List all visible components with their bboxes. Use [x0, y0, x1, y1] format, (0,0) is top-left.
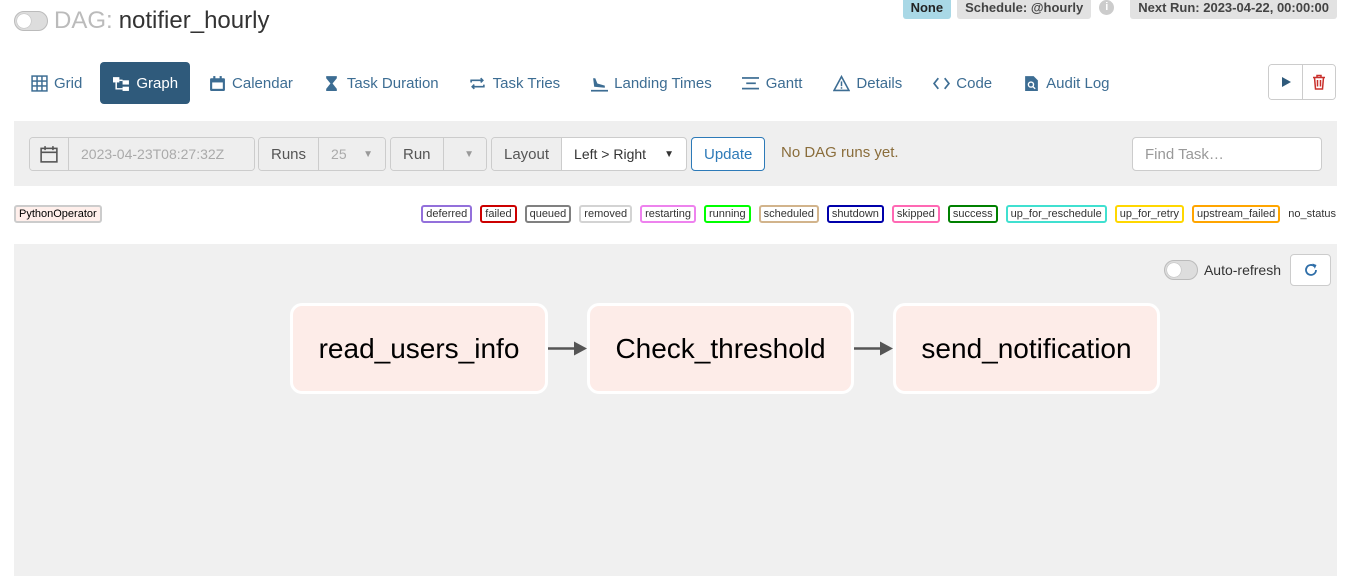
view-tabs: Grid Graph Calendar Task Duration Task T… — [18, 62, 1128, 104]
state-no-status[interactable]: no_status — [1288, 207, 1336, 221]
task-node-label: send_notification — [921, 332, 1132, 364]
state-deferred[interactable]: deferred — [421, 205, 473, 223]
grid-icon — [30, 74, 48, 92]
dag-header: DAG: notifier_hourly — [14, 6, 269, 36]
schedule-badge: Schedule: @hourly — [957, 0, 1092, 19]
graph-toolbar: 2023-04-23T08:27:32Z Runs 25 ▼ Run ▼ Lay… — [14, 121, 1337, 186]
task-node-label: read_users_info — [318, 332, 520, 364]
tab-label: Graph — [136, 74, 179, 92]
state-upstream-failed[interactable]: upstream_failed — [1192, 205, 1281, 223]
base-date-group: 2023-04-23T08:27:32Z — [29, 137, 255, 171]
hourglass-icon — [323, 74, 341, 92]
edge — [548, 341, 587, 356]
layout-label: Layout — [492, 138, 562, 170]
play-icon — [1281, 77, 1291, 87]
operator-badge[interactable]: PythonOperator — [14, 205, 102, 223]
state-running[interactable]: running — [703, 205, 751, 223]
code-icon — [932, 74, 950, 92]
find-task-input[interactable]: Find Task… — [1132, 137, 1322, 171]
calendar-icon[interactable] — [30, 138, 68, 170]
graph-edges — [548, 341, 893, 356]
delete-dag-button[interactable] — [1302, 65, 1335, 99]
state-badge: None — [902, 0, 952, 19]
next-run-badge: Next Run: 2023-04-22, 00:00:00 — [1130, 0, 1337, 19]
tab-task-duration[interactable]: Task Duration — [311, 62, 451, 104]
tab-details[interactable]: Details — [820, 62, 914, 104]
state-success[interactable]: success — [947, 205, 998, 223]
tab-label: Gantt — [765, 74, 803, 92]
runs-value: 25 — [331, 146, 347, 162]
layout-group: Layout Left > Right ▼ — [491, 137, 687, 171]
state-up-for-retry[interactable]: up_for_retry — [1114, 205, 1185, 223]
tab-label: Code — [956, 74, 993, 92]
tab-label: Task Tries — [492, 74, 561, 92]
calendar-icon — [208, 74, 226, 92]
tab-landing-times[interactable]: Landing Times — [578, 62, 724, 104]
run-label: Run — [391, 138, 443, 170]
dag-actions — [1268, 64, 1336, 100]
tab-code[interactable]: Code — [920, 62, 1004, 104]
tab-graph[interactable]: Graph — [100, 62, 191, 104]
tab-label: Calendar — [232, 74, 293, 92]
warning-triangle-icon — [832, 74, 850, 92]
dag-pause-toggle[interactable] — [14, 11, 48, 31]
chevron-down-icon: ▼ — [363, 148, 373, 160]
tab-label: Details — [856, 74, 903, 92]
tab-label: Task Duration — [346, 74, 439, 92]
state-skipped[interactable]: skipped — [891, 205, 940, 223]
tab-gantt[interactable]: Gantt — [730, 62, 815, 104]
state-shutdown[interactable]: shutdown — [826, 205, 884, 223]
gantt-icon — [742, 74, 760, 92]
runs-group: Runs 25 ▼ — [258, 137, 386, 171]
task-node-read-users-info[interactable]: read_users_info — [290, 303, 548, 394]
state-restarting[interactable]: restarting — [640, 205, 696, 223]
chevron-down-icon: ▼ — [464, 148, 474, 160]
retry-icon — [469, 74, 487, 92]
task-node-check-threshold[interactable]: Check_threshold — [587, 303, 854, 394]
tab-label: Landing Times — [614, 74, 712, 92]
info-icon[interactable]: i — [1099, 0, 1115, 15]
trigger-dag-button[interactable] — [1269, 65, 1302, 99]
runs-label: Runs — [259, 138, 319, 170]
state-removed[interactable]: removed — [579, 205, 633, 223]
dag-title: notifier_hourly — [118, 7, 270, 34]
runs-select[interactable]: 25 ▼ — [318, 138, 385, 170]
no-runs-message: No DAG runs yet. — [781, 144, 899, 161]
base-date-input[interactable]: 2023-04-23T08:27:32Z — [68, 138, 254, 170]
dag-badges: None Schedule: @hourly i Next Run: 2023-… — [902, 0, 1337, 19]
layout-value: Left > Right — [574, 146, 647, 162]
state-legend: deferred failed queued removed restartin… — [421, 205, 1336, 223]
tab-calendar[interactable]: Calendar — [196, 62, 305, 104]
run-select[interactable]: ▼ — [442, 138, 486, 170]
state-up-for-reschedule[interactable]: up_for_reschedule — [1005, 205, 1107, 223]
tab-audit-log[interactable]: Audit Log — [1010, 62, 1121, 104]
graph-icon — [112, 74, 130, 92]
task-node-send-notification[interactable]: send_notification — [893, 303, 1160, 394]
dag-graph[interactable]: Auto-refresh read_users_info Check_thres… — [14, 244, 1337, 576]
tab-grid[interactable]: Grid — [18, 62, 94, 104]
landing-icon — [590, 74, 608, 92]
state-queued[interactable]: queued — [524, 205, 572, 223]
task-node-label: Check_threshold — [615, 332, 826, 364]
trash-icon — [1313, 74, 1325, 90]
update-button[interactable]: Update — [691, 137, 766, 171]
tab-task-tries[interactable]: Task Tries — [457, 62, 573, 104]
edge — [854, 341, 893, 356]
state-scheduled[interactable]: scheduled — [758, 205, 819, 223]
audit-log-icon — [1022, 74, 1040, 92]
layout-select[interactable]: Left > Right ▼ — [561, 138, 686, 170]
dag-prefix: DAG: — [54, 7, 113, 34]
tab-label: Grid — [54, 74, 83, 92]
run-group: Run ▼ — [390, 137, 487, 171]
chevron-down-icon: ▼ — [664, 148, 674, 160]
state-failed[interactable]: failed — [480, 205, 517, 223]
tab-label: Audit Log — [1046, 74, 1110, 92]
